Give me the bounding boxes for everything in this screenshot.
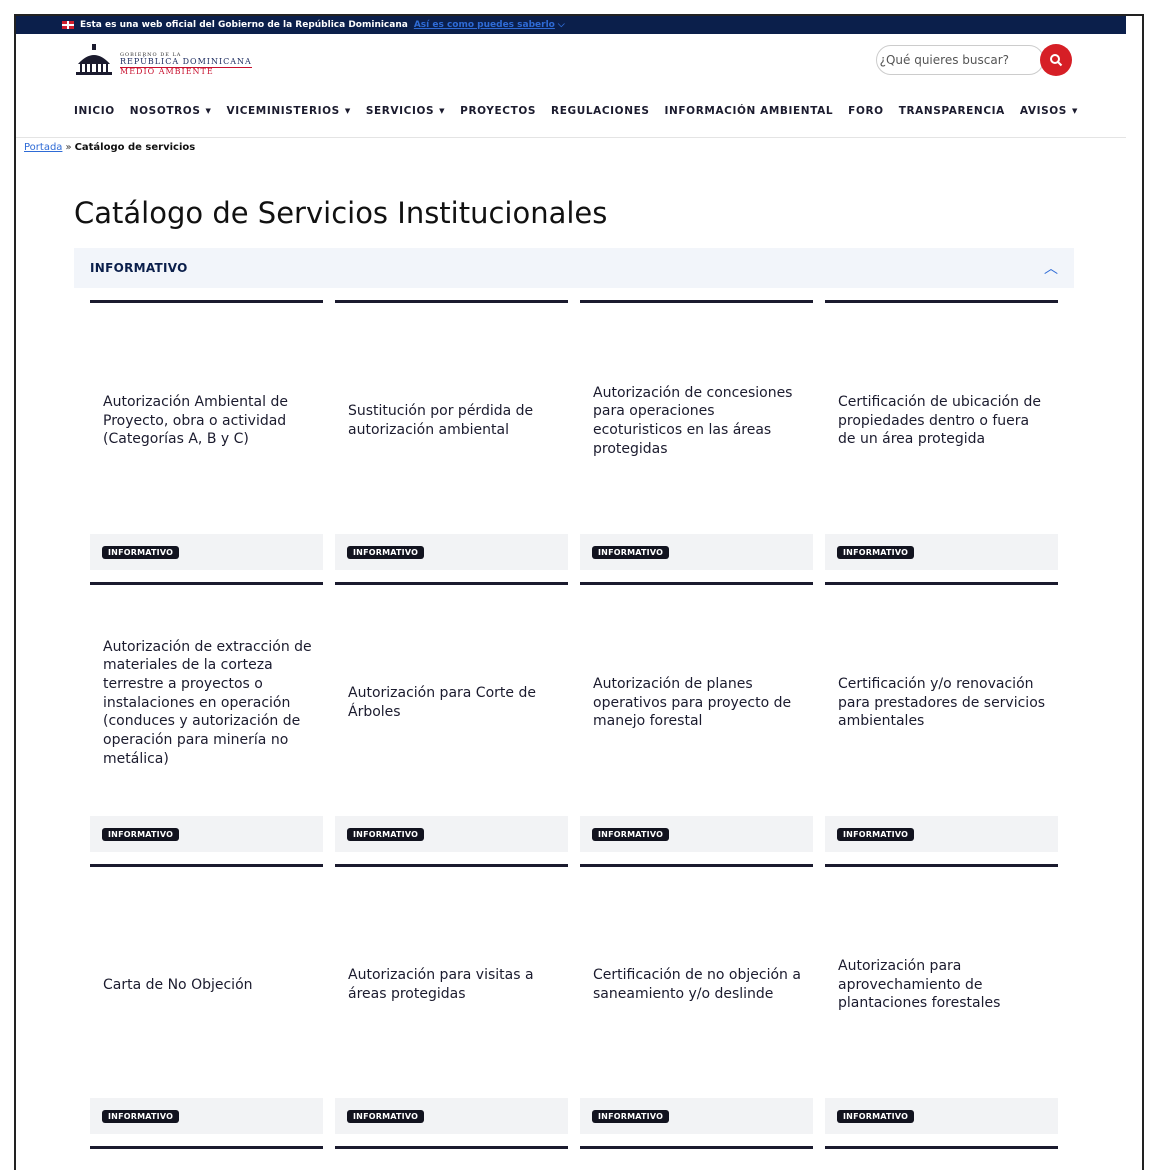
ministry-logo[interactable]: GOBIERNO DE LA REPÚBLICA DOMINICANA MEDI… — [74, 44, 252, 76]
nav-item-servicios[interactable]: SERVICIOS ▼ — [366, 105, 445, 117]
government-notice-bar: Esta es una web oficial del Gobierno de … — [16, 16, 1126, 34]
logo-wordmark: GOBIERNO DE LA REPÚBLICA DOMINICANA MEDI… — [120, 52, 252, 76]
search-icon — [1050, 54, 1063, 67]
category-badge: INFORMATIVO — [347, 827, 425, 841]
service-card-footer: INFORMATIVO — [825, 1098, 1058, 1134]
accordion-title: INFORMATIVO — [90, 261, 188, 275]
service-card-title[interactable]: Autorización de extracción de materiales… — [103, 585, 313, 821]
service-card-footer: INFORMATIVO — [335, 534, 568, 570]
service-card-title[interactable]: Sustitución por pérdida de autorización … — [348, 303, 558, 539]
service-card-partial[interactable] — [335, 1146, 568, 1156]
service-card-partial[interactable] — [825, 1146, 1058, 1156]
caret-down-icon: ▼ — [205, 107, 212, 115]
service-card[interactable]: Autorización Ambiental de Proyecto, obra… — [90, 300, 323, 570]
category-badge: INFORMATIVO — [102, 1109, 180, 1123]
service-card[interactable]: Certificación de ubicación de propiedade… — [825, 300, 1058, 570]
page-title: Catálogo de Servicios Institucionales — [74, 196, 608, 230]
service-card-footer: INFORMATIVO — [90, 816, 323, 852]
service-card-title[interactable]: Certificación y/o renovación para presta… — [838, 585, 1048, 821]
breadcrumb-separator: » — [65, 142, 72, 153]
service-card[interactable]: Autorización para aprovechamiento de pla… — [825, 864, 1058, 1134]
nav-item-transparencia[interactable]: TRANSPARENCIA — [899, 105, 1005, 117]
main-navigation: INICIO NOSOTROS ▼ VICEMINISTERIOS ▼ SERVIC… — [74, 100, 1093, 122]
browser-viewport: Esta es una web oficial del Gobierno de … — [14, 14, 1144, 1170]
coat-of-arms-icon — [76, 44, 112, 75]
service-card[interactable]: Certificación de no objeción a saneamien… — [580, 864, 813, 1134]
search-button[interactable] — [1040, 44, 1072, 76]
government-notice-text: Esta es una web oficial del Gobierno de … — [80, 20, 408, 30]
search-input[interactable]: ¿Qué quieres buscar? — [876, 45, 1044, 75]
service-card-grid: Autorización Ambiental de Proyecto, obra… — [90, 300, 1058, 1156]
service-card[interactable]: Carta de No Objeción INFORMATIVO — [90, 864, 323, 1134]
service-card-title[interactable]: Autorización para aprovechamiento de pla… — [838, 867, 1048, 1103]
government-notice-link[interactable]: Así es como puedes saberlo — [414, 20, 555, 30]
caret-down-icon: ▼ — [344, 107, 351, 115]
category-badge: INFORMATIVO — [102, 545, 180, 559]
service-card-title[interactable]: Autorización para visitas a áreas proteg… — [348, 867, 558, 1103]
nav-item-regulaciones[interactable]: REGULACIONES — [551, 105, 649, 117]
nav-item-foro[interactable]: FORO — [848, 105, 884, 117]
nav-item-nosotros[interactable]: NOSOTROS ▼ — [130, 105, 212, 117]
service-card-title[interactable]: Carta de No Objeción — [103, 867, 313, 1103]
service-card[interactable]: Autorización de planes operativos para p… — [580, 582, 813, 852]
nav-item-inicio[interactable]: INICIO — [74, 105, 115, 117]
service-card-title[interactable]: Autorización de planes operativos para p… — [593, 585, 803, 821]
site-header: GOBIERNO DE LA REPÚBLICA DOMINICANA MEDI… — [16, 34, 1126, 100]
service-card[interactable]: Autorización de concesiones para operaci… — [580, 300, 813, 570]
service-card-footer: INFORMATIVO — [90, 534, 323, 570]
category-badge: INFORMATIVO — [837, 827, 915, 841]
chevron-down-icon[interactable]: ⌵ — [558, 20, 565, 30]
dominican-flag-icon — [62, 21, 74, 29]
nav-item-informacion-ambiental[interactable]: INFORMACIÓN AMBIENTAL — [665, 105, 834, 117]
category-badge: INFORMATIVO — [592, 545, 670, 559]
service-card-footer: INFORMATIVO — [335, 1098, 568, 1134]
service-card-footer: INFORMATIVO — [580, 534, 813, 570]
nav-item-avisos[interactable]: AVISOS ▼ — [1020, 105, 1078, 117]
service-card[interactable]: Certificación y/o renovación para presta… — [825, 582, 1058, 852]
category-badge: INFORMATIVO — [592, 1109, 670, 1123]
breadcrumb: Portada» Catálogo de servicios — [24, 142, 195, 153]
chevron-up-icon[interactable]: ︿ — [1044, 258, 1058, 278]
service-card-title[interactable]: Autorización de concesiones para operaci… — [593, 303, 803, 539]
caret-down-icon: ▼ — [1071, 107, 1078, 115]
nav-item-viceministerios[interactable]: VICEMINISTERIOS ▼ — [226, 105, 350, 117]
service-card-title[interactable]: Autorización para Corte de Árboles — [348, 585, 558, 821]
service-card-footer: INFORMATIVO — [825, 534, 1058, 570]
service-card-footer: INFORMATIVO — [90, 1098, 323, 1134]
service-card-footer: INFORMATIVO — [580, 1098, 813, 1134]
service-card-title[interactable]: Certificación de no objeción a saneamien… — [593, 867, 803, 1103]
nav-item-proyectos[interactable]: PROYECTOS — [460, 105, 536, 117]
category-badge: INFORMATIVO — [837, 1109, 915, 1123]
service-card[interactable]: Autorización de extracción de materiales… — [90, 582, 323, 852]
service-card-partial[interactable] — [580, 1146, 813, 1156]
site-search: ¿Qué quieres buscar? — [876, 44, 1072, 76]
nav-divider — [16, 137, 1126, 138]
breadcrumb-home-link[interactable]: Portada — [24, 142, 62, 153]
service-card-title[interactable]: Certificación de ubicación de propiedade… — [838, 303, 1048, 539]
logo-ministry-label: MEDIO AMBIENTE — [120, 66, 214, 76]
service-card[interactable]: Autorización para Corte de Árboles INFORM… — [335, 582, 568, 852]
category-badge: INFORMATIVO — [347, 545, 425, 559]
service-card-footer: INFORMATIVO — [825, 816, 1058, 852]
breadcrumb-current: Catálogo de servicios — [74, 142, 196, 153]
service-card-partial[interactable] — [90, 1146, 323, 1156]
service-card[interactable]: Sustitución por pérdida de autorización … — [335, 300, 568, 570]
caret-down-icon: ▼ — [439, 107, 446, 115]
service-card-footer: INFORMATIVO — [580, 816, 813, 852]
service-card-footer: INFORMATIVO — [335, 816, 568, 852]
accordion-header-informativo[interactable]: INFORMATIVO ︿ — [74, 248, 1074, 288]
category-badge: INFORMATIVO — [592, 827, 670, 841]
category-badge: INFORMATIVO — [837, 545, 915, 559]
category-badge: INFORMATIVO — [347, 1109, 425, 1123]
category-badge: INFORMATIVO — [102, 827, 180, 841]
service-card-title[interactable]: Autorización Ambiental de Proyecto, obra… — [103, 303, 313, 539]
service-card[interactable]: Autorización para visitas a áreas proteg… — [335, 864, 568, 1134]
